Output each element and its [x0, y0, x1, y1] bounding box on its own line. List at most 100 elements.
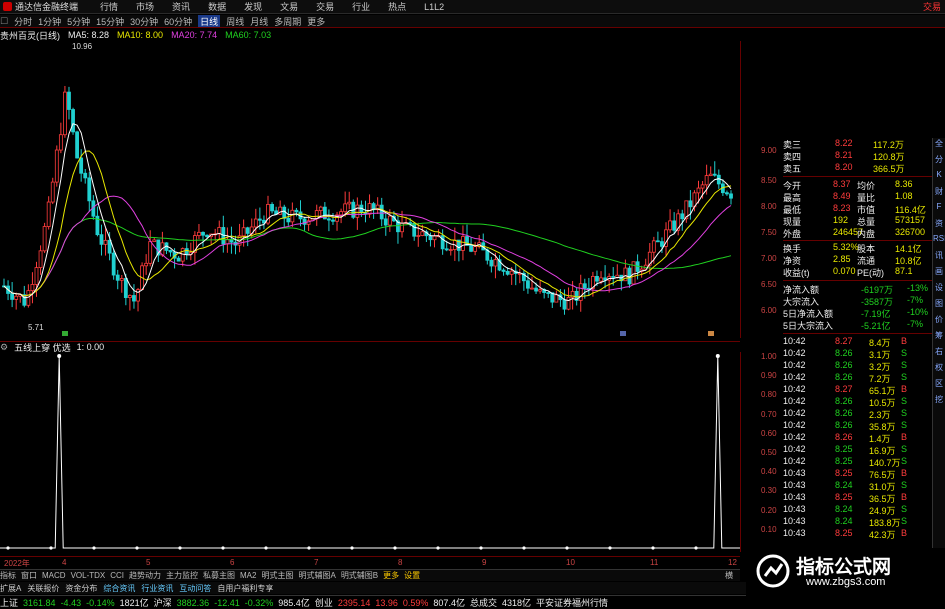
sidebar-button[interactable]: 筹: [933, 330, 945, 344]
tick-time: 10:42: [783, 396, 806, 406]
sidebar-button[interactable]: RSI: [933, 234, 945, 248]
info-tab[interactable]: 互动问答: [179, 583, 211, 594]
indicator-tick: 0.10: [761, 524, 777, 534]
candle: [550, 292, 555, 308]
menu-market[interactable]: 市场: [136, 0, 154, 13]
sidebar-button[interactable]: 资: [933, 218, 945, 232]
menu-l1l2[interactable]: L1L2: [424, 2, 444, 12]
sidebar-button[interactable]: 讯: [933, 250, 945, 264]
candle: [58, 122, 63, 154]
app-window: 通达信金融终端 行情 市场 资讯 数据 发现 文易 交易 行业 热点 L1L2 …: [0, 0, 945, 609]
info-tab[interactable]: 自用户福利专享: [217, 583, 273, 594]
menu-quotes[interactable]: 行情: [100, 0, 118, 13]
info-tab[interactable]: 综合资讯: [103, 583, 135, 594]
sidebar-button[interactable]: 全: [933, 138, 945, 152]
indicator-dots: [6, 354, 720, 550]
event-marker[interactable]: [620, 331, 626, 336]
period-30min[interactable]: 30分钟: [130, 15, 158, 27]
trade-button[interactable]: 交易: [923, 0, 941, 13]
indicator-tab[interactable]: 指标: [0, 570, 16, 581]
sidebar-button[interactable]: 价: [933, 314, 945, 328]
period-monthly[interactable]: 月线: [250, 15, 268, 27]
period-more[interactable]: 更多: [307, 15, 325, 27]
period-1min[interactable]: 1分钟: [38, 15, 61, 27]
tick-row: 10:43 8.25 76.5万 B: [783, 468, 932, 480]
sidebar-button[interactable]: 挖: [933, 394, 945, 408]
period-60min[interactable]: 60分钟: [164, 15, 192, 27]
indicator-tab[interactable]: VOL-TDX: [71, 571, 106, 580]
info-tab[interactable]: 资金分布: [65, 583, 97, 594]
indicator-dot: [608, 546, 612, 550]
period-daily[interactable]: 日线: [198, 15, 221, 27]
indicator-tab[interactable]: MACD: [42, 571, 66, 580]
indicator-tab[interactable]: CCI: [110, 571, 124, 580]
tick-side: S: [901, 360, 908, 370]
menu-discover[interactable]: 发现: [244, 0, 262, 13]
cy-index-name[interactable]: 创业: [315, 596, 333, 609]
date-tick: 4: [62, 558, 67, 567]
indicator-dot: [92, 546, 96, 550]
sidebar-button[interactable]: 区: [933, 378, 945, 392]
indicator-tab[interactable]: 私募主图: [203, 570, 235, 581]
candle: [75, 130, 80, 159]
menu-industry[interactable]: 行业: [352, 0, 370, 13]
candle: [168, 249, 173, 257]
period-15min[interactable]: 15分钟: [96, 15, 124, 27]
candlestick-chart[interactable]: 10.96 5.71: [0, 41, 740, 338]
sidebar-button[interactable]: K: [933, 170, 945, 184]
info-tab[interactable]: 关联报价: [27, 583, 59, 594]
candle: [221, 215, 226, 253]
candle: [132, 284, 136, 309]
sidebar-button[interactable]: 右: [933, 346, 945, 360]
indicator-tab[interactable]: 更多: [383, 570, 399, 581]
indicator-tab[interactable]: 明式主图: [261, 570, 293, 581]
indicator-tab[interactable]: 设置: [404, 570, 420, 581]
menu-trade[interactable]: 交易: [316, 0, 334, 13]
event-marker[interactable]: [62, 331, 68, 336]
date-tick: 5: [146, 558, 151, 567]
menu-data[interactable]: 数据: [208, 0, 226, 13]
indicator-chart[interactable]: [0, 352, 740, 552]
candle: [708, 166, 713, 177]
sidebar-button[interactable]: 画: [933, 266, 945, 280]
gear-icon[interactable]: ⚙: [0, 342, 8, 352]
candle: [448, 245, 453, 256]
sidebar-button[interactable]: 图: [933, 298, 945, 312]
menu-news[interactable]: 资讯: [172, 0, 190, 13]
candle: [578, 274, 583, 312]
tick-price: 8.26: [835, 408, 853, 418]
indicator-tab[interactable]: 明式辅图A: [298, 570, 335, 581]
indicator-tab[interactable]: MA2: [240, 571, 256, 580]
broker-name[interactable]: 平安证券福州行情: [536, 596, 608, 609]
sh-index-name[interactable]: 上证: [0, 596, 18, 609]
period-multi[interactable]: 多周期: [274, 15, 301, 27]
info-tab[interactable]: 扩展A: [0, 583, 21, 594]
sidebar-button[interactable]: 财: [933, 186, 945, 200]
candle: [371, 201, 376, 219]
period-intraday[interactable]: 分时: [14, 15, 32, 27]
box-icon[interactable]: ☐: [0, 16, 8, 27]
period-5min[interactable]: 5分钟: [67, 15, 90, 27]
indicator-tab[interactable]: 主力监控: [166, 570, 198, 581]
flow-pct: -7%: [907, 319, 924, 329]
indicator-tab[interactable]: 趋势动力: [129, 570, 161, 581]
sidebar-button[interactable]: F: [933, 202, 945, 216]
period-weekly[interactable]: 周线: [226, 15, 244, 27]
sidebar-button[interactable]: 权: [933, 362, 945, 376]
candle: [71, 107, 75, 135]
indicator-dot: [221, 546, 225, 550]
event-marker[interactable]: [708, 331, 714, 336]
menu-wenyi[interactable]: 文易: [280, 0, 298, 13]
tick-price: 8.27: [835, 384, 853, 394]
stat-value: 192: [833, 215, 849, 225]
menu-hotspot[interactable]: 热点: [388, 0, 406, 13]
indicator-tab[interactable]: 窗口: [21, 570, 37, 581]
sidebar-button[interactable]: 分: [933, 154, 945, 168]
info-tab[interactable]: 行业资讯: [141, 583, 173, 594]
tick-side: B: [901, 528, 908, 538]
indicator-tab[interactable]: 明式辅图B: [341, 570, 378, 581]
sz-index-name[interactable]: 沪深: [154, 596, 172, 609]
tab-orientation[interactable]: 横: [725, 570, 733, 581]
tick-side: S: [901, 480, 908, 490]
sidebar-button[interactable]: 设: [933, 282, 945, 296]
